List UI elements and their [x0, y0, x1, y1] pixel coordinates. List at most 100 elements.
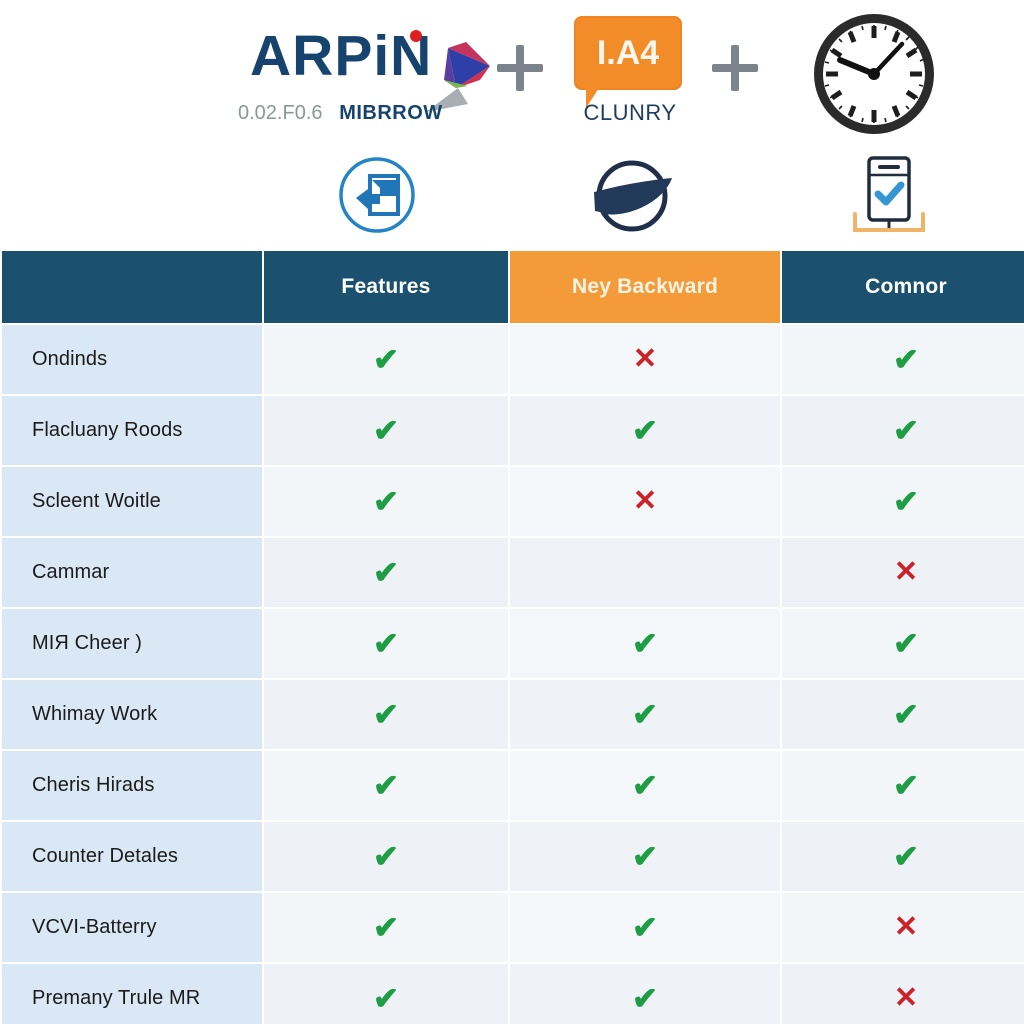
brand-header: ARPiN 0.02.F0.6 MIBRROW I.A4 CLUNRY: [0, 0, 1024, 248]
row-label: Scleent Woitle: [2, 467, 262, 536]
cell-check: ✔: [264, 538, 508, 607]
row-label: Premany Trule MR: [2, 964, 262, 1024]
row-label: Ondinds: [2, 325, 262, 394]
table-row: Cheris Hirads ✔ ✔ ✔: [2, 751, 1024, 820]
cell-empty: [510, 538, 780, 607]
arpin-subname: MIBRROW: [339, 102, 443, 124]
cross-icon: ✕: [632, 343, 658, 375]
plus-separator-icon: [497, 45, 543, 91]
arpin-version: 0.02.F0.6: [238, 102, 323, 124]
table-row: MIЯ Cheer ) ✔ ✔ ✔: [2, 609, 1024, 678]
check-icon: ✔: [373, 697, 399, 732]
cross-icon: ✕: [893, 911, 919, 943]
cell-check: ✔: [264, 964, 508, 1024]
check-icon: ✔: [632, 626, 658, 661]
check-icon: ✔: [632, 839, 658, 874]
table-row: Premany Trule MR ✔ ✔ ✕: [2, 964, 1024, 1024]
clock-logo: [810, 10, 938, 138]
column-header-features[interactable]: Features: [264, 251, 508, 323]
row-label: Whimay Work: [2, 680, 262, 749]
check-icon: ✔: [893, 413, 919, 448]
cell-check: ✔: [782, 325, 1024, 394]
arpin-wordmark: ARPiN: [250, 24, 433, 88]
feature-icon-row: [0, 150, 1024, 242]
check-icon: ✔: [373, 555, 399, 590]
cross-icon: ✕: [632, 485, 658, 517]
check-icon: ✔: [373, 768, 399, 803]
cell-check: ✔: [510, 893, 780, 962]
check-icon: ✔: [632, 981, 658, 1016]
cell-check: ✔: [510, 964, 780, 1024]
check-icon: ✔: [632, 768, 658, 803]
check-icon: ✔: [373, 626, 399, 661]
row-label: Counter Detales: [2, 822, 262, 891]
cell-cross: ✕: [782, 964, 1024, 1024]
check-icon: ✔: [632, 697, 658, 732]
cell-check: ✔: [782, 680, 1024, 749]
table-row: Ondinds ✔ ✕ ✔: [2, 325, 1024, 394]
table-row: Cammar ✔ ✕: [2, 538, 1024, 607]
cell-cross: ✕: [510, 467, 780, 536]
check-icon: ✔: [893, 342, 919, 377]
cross-icon: ✕: [893, 982, 919, 1014]
arpin-dot: [410, 30, 422, 42]
comparison-table-page: ARPiN 0.02.F0.6 MIBRROW I.A4 CLUNRY Feat…: [0, 0, 1024, 1024]
cell-check: ✔: [510, 680, 780, 749]
device-check-icon: [853, 156, 925, 232]
cell-check: ✔: [264, 751, 508, 820]
comparison-table: Features Ney Backward Comnor Ondinds ✔ ✕ ✔ F…: [0, 249, 1024, 1024]
globe-swoosh-icon: [594, 160, 672, 232]
check-icon: ✔: [373, 413, 399, 448]
check-icon: ✔: [893, 626, 919, 661]
table-row: Flacluany Roods ✔ ✔ ✔: [2, 396, 1024, 465]
cell-check: ✔: [510, 751, 780, 820]
arpin-logo: ARPiN 0.02.F0.6 MIBRROW: [236, 16, 506, 136]
table-row: VCVI-Batterry ✔ ✔ ✕: [2, 893, 1024, 962]
cell-check: ✔: [510, 822, 780, 891]
column-header-ney-backward[interactable]: Ney Backward: [510, 251, 780, 323]
row-label: Cammar: [2, 538, 262, 607]
cell-check: ✔: [264, 822, 508, 891]
cell-check: ✔: [510, 609, 780, 678]
table-header: Features Ney Backward Comnor: [2, 251, 1024, 323]
table-row: Whimay Work ✔ ✔ ✔: [2, 680, 1024, 749]
analog-clock-icon: [814, 14, 934, 134]
cell-check: ✔: [264, 325, 508, 394]
table-row: Counter Detales ✔ ✔ ✔: [2, 822, 1024, 891]
cell-check: ✔: [264, 467, 508, 536]
check-icon: ✔: [632, 910, 658, 945]
cell-check: ✔: [782, 467, 1024, 536]
check-icon: ✔: [893, 484, 919, 519]
column-header-blank: [2, 251, 262, 323]
check-icon: ✔: [373, 981, 399, 1016]
cell-cross: ✕: [782, 538, 1024, 607]
check-icon: ✔: [373, 839, 399, 874]
cell-check: ✔: [782, 609, 1024, 678]
table-header-row: Features Ney Backward Comnor: [2, 251, 1024, 323]
cell-cross: ✕: [510, 325, 780, 394]
cell-cross: ✕: [782, 893, 1024, 962]
bubble-label: I.A4: [596, 33, 660, 72]
clunry-caption: CLUNRY: [583, 100, 677, 125]
table-row: Scleent Woitle ✔ ✕ ✔: [2, 467, 1024, 536]
check-icon: ✔: [373, 484, 399, 519]
cell-check: ✔: [264, 680, 508, 749]
row-label: Cheris Hirads: [2, 751, 262, 820]
cell-check: ✔: [510, 396, 780, 465]
row-label: Flacluany Roods: [2, 396, 262, 465]
cell-check: ✔: [782, 822, 1024, 891]
cell-check: ✔: [782, 396, 1024, 465]
check-icon: ✔: [893, 839, 919, 874]
column-header-comnor[interactable]: Comnor: [782, 251, 1024, 323]
table-body: Ondinds ✔ ✕ ✔ Flacluany Roods ✔ ✔ ✔ Scleent Woit…: [2, 325, 1024, 1024]
sync-document-icon: [339, 157, 415, 233]
check-icon: ✔: [893, 697, 919, 732]
clunry-logo: I.A4 CLUNRY: [555, 14, 705, 136]
check-icon: ✔: [373, 342, 399, 377]
cell-check: ✔: [264, 396, 508, 465]
check-icon: ✔: [893, 768, 919, 803]
check-icon: ✔: [632, 413, 658, 448]
cell-check: ✔: [264, 609, 508, 678]
cross-icon: ✕: [893, 556, 919, 588]
row-label: MIЯ Cheer ): [2, 609, 262, 678]
